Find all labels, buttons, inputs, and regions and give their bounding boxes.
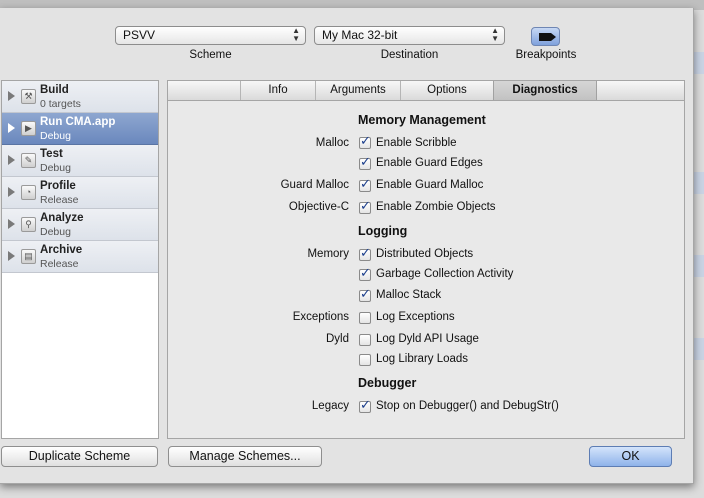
sidebar-item-profile[interactable]: ◔ Profile Release xyxy=(2,177,158,209)
enable-scribble-label[interactable]: Enable Scribble xyxy=(376,137,457,149)
breakpoints-label: Breakpoints xyxy=(515,49,577,61)
box-icon: ▤ xyxy=(21,249,36,264)
disclosure-triangle-icon[interactable] xyxy=(8,251,15,261)
disclosure-triangle-icon[interactable] xyxy=(8,123,15,133)
tab-diagnostics[interactable]: Diagnostics xyxy=(493,81,597,100)
destination-popup-value: My Mac 32-bit xyxy=(322,28,398,42)
enable-guard-edges-label[interactable]: Enable Guard Edges xyxy=(376,157,483,169)
sidebar-item-sublabel: Release xyxy=(40,194,79,206)
manage-schemes-button[interactable]: Manage Schemes... xyxy=(168,446,322,467)
sidebar-item-sublabel: 0 targets xyxy=(40,98,81,110)
log-library-loads-checkbox[interactable] xyxy=(359,354,371,366)
enable-guard-malloc-label[interactable]: Enable Guard Malloc xyxy=(376,179,483,191)
tab-info[interactable]: Info xyxy=(240,81,316,100)
scheme-editor-sheet: PSVV ▲ ▼ Scheme My Mac 32-bit ▲ ▼ Destinat… xyxy=(0,8,694,484)
sidebar-item-sublabel: Debug xyxy=(40,226,71,238)
log-exceptions-label[interactable]: Log Exceptions xyxy=(376,311,455,323)
sidebar-item-run[interactable]: ▶ Run CMA.app Debug xyxy=(2,113,158,145)
log-dyld-api-checkbox[interactable] xyxy=(359,334,371,346)
row-label-exceptions: Exceptions xyxy=(292,311,349,323)
hammer-icon: ⚒ xyxy=(21,89,36,104)
enable-scribble-checkbox[interactable] xyxy=(359,134,371,149)
sidebar-item-sublabel: Debug xyxy=(40,162,71,174)
duplicate-scheme-button[interactable]: Duplicate Scheme xyxy=(1,446,158,467)
row-label-dyld: Dyld xyxy=(325,333,349,345)
gauge-icon: ◔ xyxy=(21,185,36,200)
sidebar-item-label: Run CMA.app xyxy=(40,116,116,128)
garbage-collection-checkbox[interactable] xyxy=(359,266,371,281)
diagnostics-panel: Info Arguments Options Diagnostics Memor… xyxy=(167,80,685,439)
distributed-objects-checkbox[interactable] xyxy=(359,246,371,261)
popup-arrows-icon: ▲ ▼ xyxy=(292,26,300,43)
sidebar-item-label: Build xyxy=(40,84,69,96)
popup-arrows-icon: ▲ ▼ xyxy=(491,26,499,43)
destination-popup[interactable]: My Mac 32-bit ▲ ▼ xyxy=(314,26,505,45)
enable-guard-malloc-checkbox[interactable] xyxy=(359,177,371,192)
sidebar-item-build[interactable]: ⚒ Build 0 targets xyxy=(2,81,158,113)
destination-label: Destination xyxy=(380,49,439,61)
row-label-memory: Memory xyxy=(307,248,349,260)
sidebar-item-test[interactable]: ✎ Test Debug xyxy=(2,145,158,177)
breakpoint-icon xyxy=(539,33,556,41)
tab-bar: Info Arguments Options Diagnostics xyxy=(168,81,684,101)
row-label-malloc: Malloc xyxy=(315,137,349,149)
sidebar-item-sublabel: Release xyxy=(40,258,79,270)
row-label-legacy: Legacy xyxy=(311,400,349,412)
log-library-loads-label[interactable]: Log Library Loads xyxy=(376,353,468,365)
magnifier-icon: ⚲ xyxy=(21,217,36,232)
sidebar-item-label: Profile xyxy=(40,180,76,192)
disclosure-triangle-icon[interactable] xyxy=(8,91,15,101)
stop-on-debugger-checkbox[interactable] xyxy=(359,398,371,413)
wrench-icon: ✎ xyxy=(21,153,36,168)
distributed-objects-label[interactable]: Distributed Objects xyxy=(376,248,473,260)
stop-on-debugger-label[interactable]: Stop on Debugger() and DebugStr() xyxy=(376,400,559,412)
scheme-popup[interactable]: PSVV ▲ ▼ xyxy=(115,26,306,45)
scheme-actions-sidebar: ⚒ Build 0 targets ▶ Run CMA.app Debug ✎ … xyxy=(1,80,159,439)
sidebar-item-label: Test xyxy=(40,148,63,160)
breakpoints-button[interactable] xyxy=(531,27,560,46)
section-logging: Logging xyxy=(358,224,408,238)
enable-guard-edges-checkbox[interactable] xyxy=(359,155,371,170)
section-debugger: Debugger xyxy=(358,376,417,390)
sidebar-item-label: Analyze xyxy=(40,212,84,224)
tab-arguments[interactable]: Arguments xyxy=(316,81,401,100)
sidebar-item-label: Archive xyxy=(40,244,83,256)
sidebar-item-archive[interactable]: ▤ Archive Release xyxy=(2,241,158,273)
sidebar-item-sublabel: Debug xyxy=(40,130,71,142)
section-memory-management: Memory Management xyxy=(358,113,486,127)
disclosure-triangle-icon[interactable] xyxy=(8,187,15,197)
row-label-objective-c: Objective-C xyxy=(288,201,349,213)
garbage-collection-label[interactable]: Garbage Collection Activity xyxy=(376,268,513,280)
play-icon: ▶ xyxy=(21,121,36,136)
enable-zombie-objects-label[interactable]: Enable Zombie Objects xyxy=(376,201,496,213)
row-label-guard-malloc: Guard Malloc xyxy=(280,179,349,191)
disclosure-triangle-icon[interactable] xyxy=(8,155,15,165)
sidebar-item-analyze[interactable]: ⚲ Analyze Debug xyxy=(2,209,158,241)
scheme-popup-value: PSVV xyxy=(123,28,156,42)
ok-button[interactable]: OK xyxy=(589,446,672,467)
tab-options[interactable]: Options xyxy=(401,81,494,100)
enable-zombie-objects-checkbox[interactable] xyxy=(359,199,371,214)
log-dyld-api-label[interactable]: Log Dyld API Usage xyxy=(376,333,479,345)
disclosure-triangle-icon[interactable] xyxy=(8,219,15,229)
malloc-stack-checkbox[interactable] xyxy=(359,287,371,302)
log-exceptions-checkbox[interactable] xyxy=(359,312,371,324)
malloc-stack-label[interactable]: Malloc Stack xyxy=(376,289,441,301)
scheme-label: Scheme xyxy=(189,49,232,61)
